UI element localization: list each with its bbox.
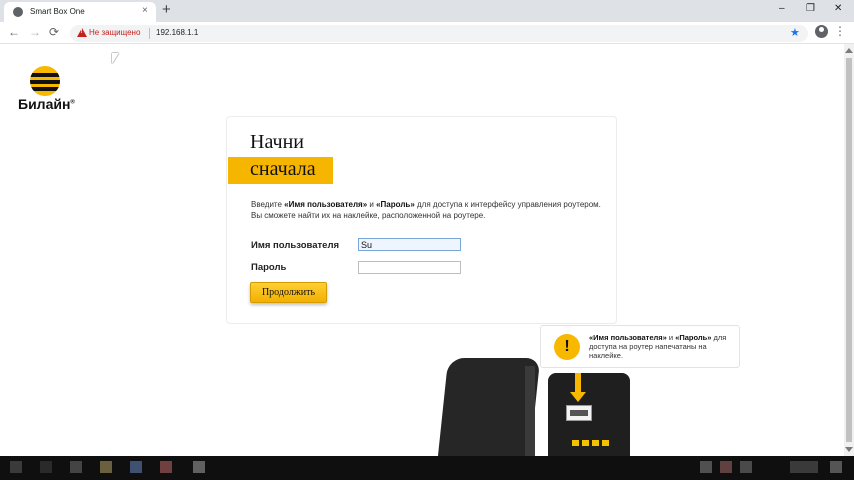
minimize-button[interactable]: – [779,3,785,14]
password-input[interactable] [358,261,461,274]
router-port [592,440,599,446]
brand-name: Билайн® [18,96,75,112]
scrollbar[interactable] [844,44,854,456]
scroll-down-icon[interactable] [845,447,853,452]
router-sticker-image [566,405,592,421]
warning-icon[interactable] [77,28,87,37]
taskbar-app-icon[interactable] [70,461,82,473]
close-window-button[interactable]: ✕ [834,3,842,14]
tray-icon[interactable] [700,461,712,473]
browser-toolbar: ← → ⟳ Не защищено 192.168.1.1 ★ [0,22,854,44]
restore-button[interactable]: ❐ [806,3,815,14]
globe-icon [13,7,23,17]
omnibox-divider [149,28,150,39]
security-label[interactable]: Не защищено [89,28,140,37]
username-input[interactable] [358,238,461,251]
star-icon[interactable]: ★ [790,26,800,39]
taskbar-app-icon[interactable] [100,461,112,473]
login-description: Введите «Имя пользователя» и «Пароль» дл… [251,200,601,220]
username-label: Имя пользователя [251,240,340,251]
profile-icon[interactable] [815,25,828,38]
clock-icon[interactable] [790,461,818,473]
mouse-cursor-icon [112,53,119,64]
beeline-logo-icon [30,66,60,96]
router-port [602,440,609,446]
tray-icon[interactable] [740,461,752,473]
tab-title: Smart Box One [30,7,85,16]
taskbar-app-icon[interactable] [130,461,142,473]
scroll-up-icon[interactable] [845,48,853,53]
back-button[interactable]: ← [8,25,20,39]
router-port [572,440,579,446]
notifications-icon[interactable] [830,461,842,473]
heading-line1: Начни [250,131,304,153]
url-text[interactable]: 192.168.1.1 [156,28,198,37]
tray-icon[interactable] [720,461,732,473]
arrow-head-icon [570,392,586,402]
taskbar-app-icon[interactable] [193,461,205,473]
password-label: Пароль [251,262,287,273]
tab-close-icon[interactable]: × [142,5,148,16]
continue-button[interactable]: Продолжить [250,282,327,303]
forward-button[interactable]: → [29,25,41,39]
hint-text: «Имя пользователя» и «Пароль» для доступ… [589,333,727,360]
taskbar-app-icon[interactable] [160,461,172,473]
screen: Smart Box One × + – ❐ ✕ ← → ⟳ Не защищен… [0,0,854,480]
new-tab-button[interactable]: + [162,2,171,18]
reload-button[interactable]: ⟳ [49,25,59,39]
scroll-thumb[interactable] [846,58,852,442]
tab-strip: Smart Box One × + – ❐ ✕ [0,0,854,22]
arrow-down-icon [575,373,581,393]
start-icon[interactable] [10,461,22,473]
browser-tab[interactable]: Smart Box One × [4,2,156,22]
menu-button[interactable]: ⋮ [834,24,846,38]
router-port [582,440,589,446]
address-bar[interactable]: Не защищено 192.168.1.1 ★ [70,25,808,42]
taskbar-app-icon[interactable] [40,461,52,473]
heading-line2: сначала [250,158,316,180]
exclamation-icon: ! [554,334,580,360]
router-side-image [525,366,535,458]
